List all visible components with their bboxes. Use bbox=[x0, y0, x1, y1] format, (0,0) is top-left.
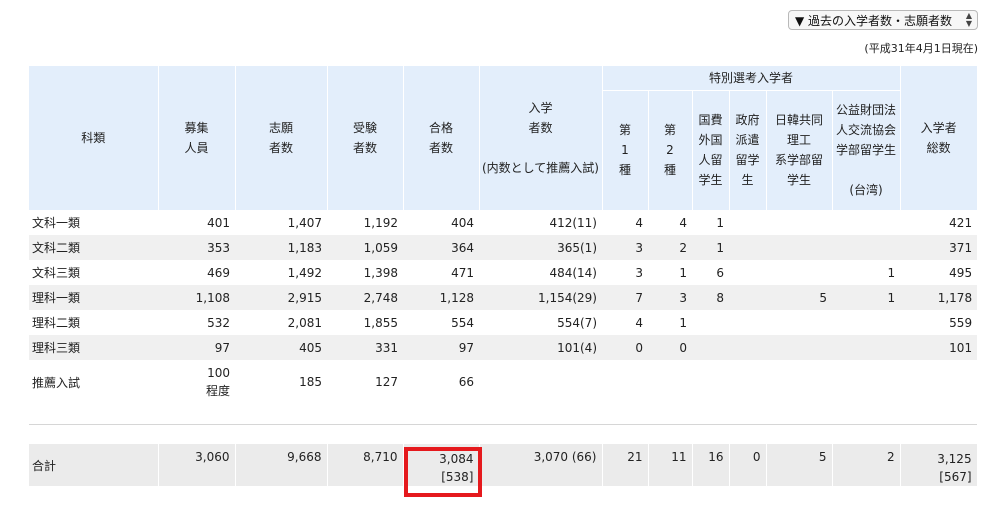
select-arrows-icon: ▲ ▼ bbox=[965, 11, 972, 28]
year-select[interactable]: ▼ 過去の入学者数・志願者数 ▲ ▼ bbox=[788, 10, 978, 30]
header-special-1: 第1種 bbox=[602, 90, 649, 211]
table-row: 文科一類 401 1,407 1,192 404 412(11) 4 4 1 421 bbox=[32, 215, 973, 231]
header-special-group: 特別選考入学者 bbox=[602, 66, 901, 91]
header-examinees: 受験 者数 bbox=[327, 66, 404, 211]
as-of-date: (平成31年4月1日現在) bbox=[864, 42, 978, 55]
table-row-recommend: 推薦入試 100 程度 185 127 66 bbox=[32, 366, 474, 398]
header-total-enrolled: 入学者 総数 bbox=[900, 66, 978, 211]
header-enrolled: 入学 者数 (内数として推薦入試) bbox=[479, 66, 603, 211]
table-row: 理科一類 1,108 2,915 2,748 1,128 1,154(29) 7 3 8 5 1 1,… bbox=[29, 285, 978, 310]
table-row: 理科三類 97 405 331 97 101(4) 0 0 101 bbox=[29, 335, 978, 360]
header-special-2: 第2種 bbox=[648, 90, 693, 211]
admissions-table: 科類 募集 人員 志願 者数 受験 者数 合格 者数 入学 者数 (内数として推薦入試) … bbox=[29, 66, 978, 486]
header-govt-foreign: 国費 外国 人留 学生 bbox=[692, 90, 730, 211]
table-row-total: 合計 3,060 9,668 8,710 3,084 [538] 3,070 (66)… bbox=[29, 444, 978, 486]
table-row: 理科二類 532 2,081 1,855 554 554(7) 4 1 559 bbox=[32, 315, 973, 331]
table-row: 文科二類 353 1,183 1,059 364 365(1) 3 2 1 371 bbox=[29, 235, 978, 260]
header-govt-dispatch: 政府 派遣 留学生 bbox=[729, 90, 767, 211]
header-quota: 募集 人員 bbox=[158, 66, 236, 211]
year-select-label: ▼ 過去の入学者数・志願者数 bbox=[795, 13, 953, 28]
header-passed: 合格 者数 bbox=[403, 66, 480, 211]
header-category: 科類 bbox=[29, 66, 159, 211]
table-row: 文科三類 469 1,492 1,398 471 484(14) 3 1 6 1 495 bbox=[32, 265, 973, 281]
header-taiwan: 公益財団法 人交流協会 学部留学生 (台湾) bbox=[832, 90, 901, 211]
header-applicants: 志願 者数 bbox=[235, 66, 328, 211]
header-japan-korea: 日韓共同 理工 系学部留 学生 bbox=[766, 90, 833, 211]
